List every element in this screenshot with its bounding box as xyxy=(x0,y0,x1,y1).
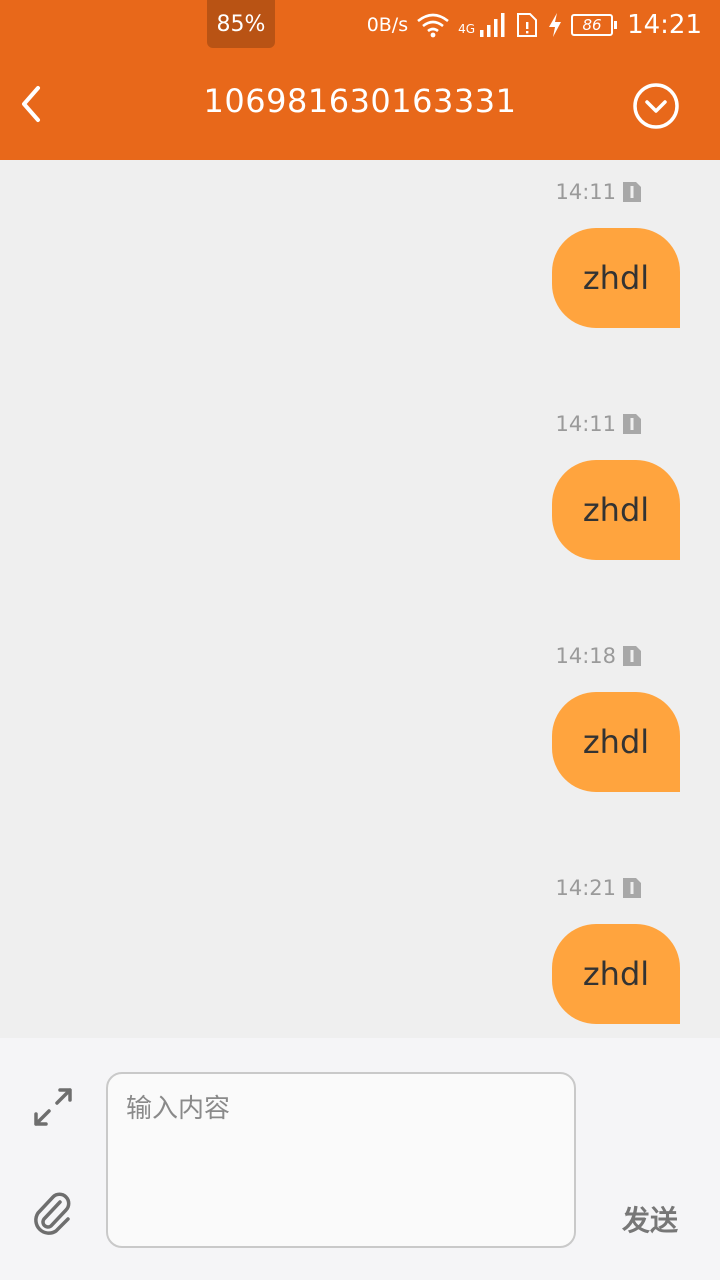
message-timestamp: 14:11 xyxy=(555,180,642,204)
sim-card-icon xyxy=(623,414,641,434)
send-button[interactable]: 发送 xyxy=(604,1194,696,1244)
battery-percentage-overlay: 85% xyxy=(207,0,275,48)
message-timestamp: 14:11 xyxy=(555,412,642,436)
conversation-header: 106981630163331 xyxy=(0,52,720,160)
message-list[interactable]: 14:11 zhdl 14:11 zhdl 14:18 zhdl 14:21 z… xyxy=(0,160,720,1038)
sim-card-icon xyxy=(623,878,641,898)
signal-icon xyxy=(480,13,505,37)
status-time: 14:21 xyxy=(627,10,702,40)
chevron-down-circle-icon xyxy=(633,83,679,129)
message-input[interactable] xyxy=(106,1072,576,1248)
status-bar: 85% 0B/s 4G 86 14:21 xyxy=(0,0,720,52)
wifi-icon xyxy=(417,13,449,38)
composer-bar: 发送 xyxy=(0,1038,720,1280)
net-speed: 0B/s xyxy=(366,14,409,36)
sim-card-icon xyxy=(623,182,641,202)
message-bubble[interactable]: zhdl xyxy=(552,924,680,1024)
sim-alert-icon xyxy=(517,13,538,37)
message-timestamp: 14:18 xyxy=(555,644,642,668)
message-bubble[interactable]: zhdl xyxy=(552,228,680,328)
paperclip-icon xyxy=(34,1192,71,1235)
expand-composer-button[interactable] xyxy=(32,1086,74,1128)
message-bubble[interactable]: zhdl xyxy=(552,460,680,560)
attach-button[interactable] xyxy=(30,1190,76,1238)
charging-icon xyxy=(549,13,562,37)
message-bubble[interactable]: zhdl xyxy=(552,692,680,792)
battery-icon: 86 xyxy=(571,14,618,36)
sim-card-icon xyxy=(623,646,641,666)
battery-level: 86 xyxy=(582,16,602,34)
expand-icon xyxy=(34,1088,72,1126)
conversation-menu-button[interactable] xyxy=(630,80,682,132)
status-icons: 0B/s 4G 86 14:21 xyxy=(367,8,702,42)
contact-number-title: 106981630163331 xyxy=(203,82,517,120)
network-type: 4G xyxy=(458,22,476,36)
message-timestamp: 14:21 xyxy=(555,876,642,900)
